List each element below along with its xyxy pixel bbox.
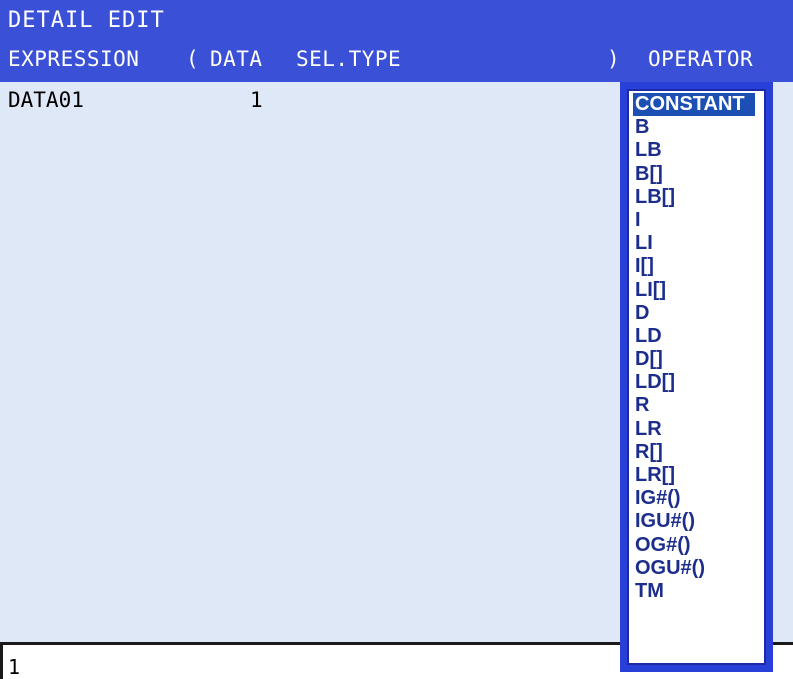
menu-item[interactable]: OG#()	[633, 534, 760, 557]
menu-item[interactable]: D[]	[633, 348, 760, 371]
column-header-expression: EXPRESSION	[8, 47, 140, 71]
menu-item[interactable]: R	[633, 394, 760, 417]
menu-item[interactable]: LI	[633, 232, 760, 255]
menu-item[interactable]: B	[633, 116, 760, 139]
menu-item[interactable]: IG#()	[633, 487, 760, 510]
menu-item[interactable]: D	[633, 302, 760, 325]
input-buffer-edge	[0, 645, 3, 679]
column-header-sel-type: SEL.TYPE	[296, 47, 402, 71]
operator-select-menu: CONSTANT B LB B[] LB[] I LI I[] LI[] D LD D[] LD[] R L…	[620, 82, 773, 672]
menu-item[interactable]: LB	[633, 139, 760, 162]
operator-menu-list: CONSTANT B LB B[] LB[] I LI I[] LI[] D LD D[] LD[] R L…	[627, 89, 766, 665]
menu-item[interactable]: LD	[633, 325, 760, 348]
menu-item[interactable]: LI[]	[633, 279, 760, 302]
data-row-name[interactable]: DATA01	[8, 88, 84, 112]
page-title: DETAIL EDIT	[8, 8, 165, 33]
menu-item[interactable]: B[]	[633, 163, 760, 186]
column-header-open-paren: (	[186, 47, 200, 71]
header-bar: DETAIL EDIT EXPRESSION ( DATA SEL.TYPE )…	[0, 0, 793, 82]
menu-item[interactable]: TM	[633, 580, 760, 603]
data-row-value[interactable]: 1	[250, 88, 263, 112]
menu-item[interactable]: I[]	[633, 255, 760, 278]
menu-item[interactable]: LD[]	[633, 371, 760, 394]
input-buffer-value: 1	[8, 655, 21, 679]
menu-item[interactable]: LR[]	[633, 464, 760, 487]
menu-item[interactable]: CONSTANT	[633, 93, 755, 117]
detail-edit-screen: DETAIL EDIT EXPRESSION ( DATA SEL.TYPE )…	[0, 0, 793, 679]
menu-item[interactable]: LR	[633, 418, 760, 441]
column-header-close-paren: )	[607, 47, 621, 71]
menu-item[interactable]: R[]	[633, 441, 760, 464]
menu-item[interactable]: IGU#()	[633, 510, 760, 533]
column-header-operator: OPERATOR	[648, 47, 754, 71]
column-header-data: DATA	[210, 47, 263, 71]
menu-item[interactable]: I	[633, 209, 760, 232]
menu-item[interactable]: LB[]	[633, 186, 760, 209]
menu-item[interactable]: OGU#()	[633, 557, 760, 580]
